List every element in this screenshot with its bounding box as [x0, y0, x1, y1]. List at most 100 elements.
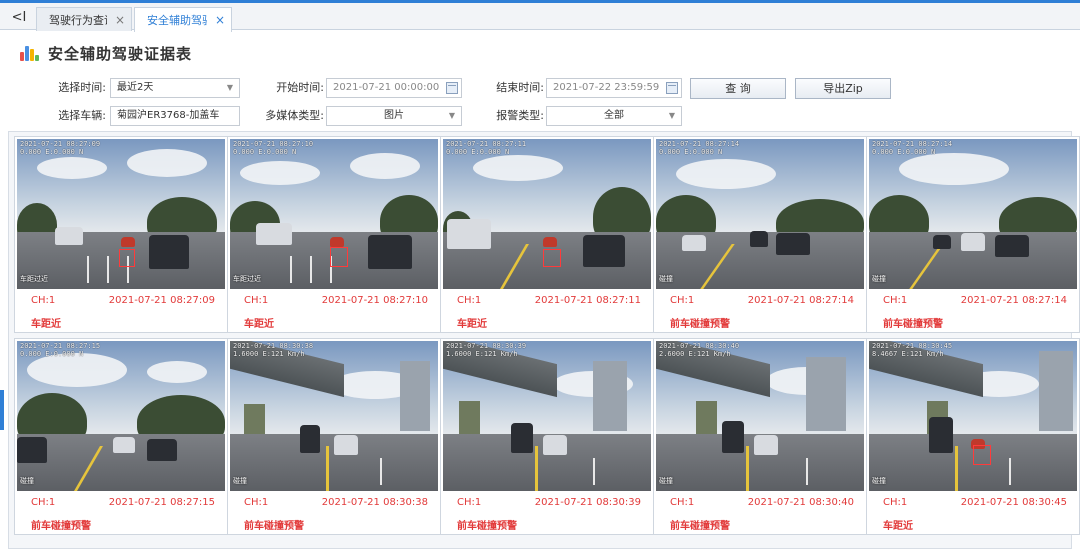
- photo-caption: 碰撞: [872, 275, 886, 283]
- overlay-text: 2021-07-21 08:27:15 0.000 E:0.000 N: [20, 342, 101, 358]
- evidence-photo[interactable]: 2021-07-21 08:30:39 1.6000 E:121 Km/h: [443, 341, 651, 491]
- overlay-text: 2021-07-21 08:27:14 0.000 E:0.000 N: [872, 140, 953, 156]
- channel-label: CH:1: [31, 295, 56, 306]
- timestamp: 2021-07-21 08:27:11: [534, 295, 641, 306]
- end-time-label: 结束时间:: [496, 81, 544, 94]
- page-header: 安全辅助驾驶证据表: [20, 42, 192, 64]
- evidence-photo[interactable]: 2021-07-21 08:30:45 8.4667 E:121 Km/h 碰撞: [869, 341, 1077, 491]
- alarm-type-select[interactable]: 全部 ▼: [546, 106, 682, 126]
- evidence-card[interactable]: 2021-07-21 08:27:10 0.000 E:0.000 N 车距过近…: [227, 136, 441, 333]
- vehicle-label: 选择车辆:: [58, 109, 106, 122]
- collapse-left-icon[interactable]: <I: [8, 7, 30, 27]
- channel-label: CH:1: [457, 497, 482, 508]
- close-icon[interactable]: ×: [215, 13, 225, 27]
- vehicle-input[interactable]: 菊园沪ER3768-加盖车: [110, 106, 240, 126]
- evidence-card[interactable]: 2021-07-21 08:27:11 0.000 E:0.000 N CH:1…: [440, 136, 654, 333]
- alarm-type: 前车碰撞预警: [670, 319, 730, 330]
- evidence-photo[interactable]: 2021-07-21 08:30:40 2.6000 E:121 Km/h 碰撞: [656, 341, 864, 491]
- channel-label: CH:1: [31, 497, 56, 508]
- evidence-card[interactable]: 2021-07-21 08:30:39 1.6000 E:121 Km/h CH…: [440, 338, 654, 535]
- evidence-card[interactable]: 2021-07-21 08:30:40 2.6000 E:121 Km/h 碰撞…: [653, 338, 867, 535]
- bar-chart-icon: [20, 45, 39, 61]
- side-handle[interactable]: [0, 390, 4, 430]
- channel-label: CH:1: [883, 497, 908, 508]
- time-range-label: 选择时间:: [58, 81, 106, 94]
- time-range-select[interactable]: 最近2天 ▼: [110, 78, 240, 98]
- alarm-type-value: 全部: [604, 110, 624, 121]
- alarm-type: 前车碰撞预警: [31, 521, 91, 532]
- timestamp: 2021-07-21 08:27:14: [747, 295, 854, 306]
- alarm-type: 前车碰撞预警: [244, 521, 304, 532]
- export-zip-button[interactable]: 导出Zip: [795, 78, 891, 99]
- chevron-down-icon: ▼: [668, 111, 675, 120]
- timestamp: 2021-07-21 08:30:45: [960, 497, 1067, 508]
- evidence-card[interactable]: 2021-07-21 08:27:14 0.000 E:0.000 N 碰撞 C…: [866, 136, 1080, 333]
- calendar-icon[interactable]: [666, 82, 678, 94]
- channel-label: CH:1: [670, 295, 695, 306]
- photo-caption: 碰撞: [659, 275, 673, 283]
- timestamp: 2021-07-21 08:27:10: [321, 295, 428, 306]
- photo-caption: 碰撞: [659, 477, 673, 485]
- channel-label: CH:1: [244, 497, 269, 508]
- channel-label: CH:1: [670, 497, 695, 508]
- alarm-type: 车距近: [457, 319, 487, 330]
- overlay-text: 2021-07-21 08:27:10 0.000 E:0.000 N: [233, 140, 314, 156]
- tab-safety-evidence[interactable]: 安全辅助驾驶... ×: [134, 7, 232, 32]
- channel-label: CH:1: [883, 295, 908, 306]
- tab-bar: <I 驾驶行为查询 × 安全辅助驾驶... ×: [0, 3, 1080, 32]
- tab-label: 安全辅助驾驶...: [147, 14, 207, 27]
- overlay-text: 2021-07-21 08:30:45 8.4667 E:121 Km/h: [872, 342, 953, 358]
- timestamp: 2021-07-21 08:27:09: [108, 295, 215, 306]
- photo-caption: 碰撞: [233, 477, 247, 485]
- alarm-type: 车距近: [31, 319, 61, 330]
- evidence-card[interactable]: 2021-07-21 08:30:38 1.6000 E:121 Km/h 碰撞…: [227, 338, 441, 535]
- channel-label: CH:1: [244, 295, 269, 306]
- time-range-value: 最近2天: [117, 82, 154, 93]
- calendar-icon[interactable]: [446, 82, 458, 94]
- chevron-down-icon: ▼: [226, 83, 233, 92]
- timestamp: 2021-07-21 08:27:14: [960, 295, 1067, 306]
- evidence-photo[interactable]: 2021-07-21 08:27:14 0.000 E:0.000 N 碰撞: [656, 139, 864, 289]
- alarm-type-label: 报警类型:: [496, 109, 544, 122]
- evidence-photo[interactable]: 2021-07-21 08:27:10 0.000 E:0.000 N 车距过近: [230, 139, 438, 289]
- evidence-card[interactable]: 2021-07-21 08:27:15 0.000 E:0.000 N 碰撞 C…: [14, 338, 228, 535]
- evidence-photo[interactable]: 2021-07-21 08:27:15 0.000 E:0.000 N 碰撞: [17, 341, 225, 491]
- evidence-photo[interactable]: 2021-07-21 08:27:09 0.000 E:0.000 N 车距过近: [17, 139, 225, 289]
- photo-caption: 碰撞: [20, 477, 34, 485]
- photo-caption: 车距过近: [233, 275, 261, 283]
- chevron-down-icon: ▼: [448, 111, 455, 120]
- alarm-type: 车距近: [244, 319, 274, 330]
- start-time-label: 开始时间:: [276, 81, 324, 94]
- photo-caption: 碰撞: [872, 477, 886, 485]
- alarm-type: 前车碰撞预警: [670, 521, 730, 532]
- overlay-text: 2021-07-21 08:27:14 0.000 E:0.000 N: [659, 140, 740, 156]
- timestamp: 2021-07-21 08:30:39: [534, 497, 641, 508]
- evidence-photo[interactable]: 2021-07-21 08:30:38 1.6000 E:121 Km/h 碰撞: [230, 341, 438, 491]
- evidence-card[interactable]: 2021-07-21 08:27:09 0.000 E:0.000 N 车距过近…: [14, 136, 228, 333]
- tab-driving-behavior-query[interactable]: 驾驶行为查询 ×: [36, 7, 132, 31]
- end-time-input[interactable]: 2021-07-22 23:59:59: [546, 78, 682, 98]
- close-icon[interactable]: ×: [115, 13, 125, 27]
- query-button[interactable]: 查 询: [690, 78, 786, 99]
- overlay-text: 2021-07-21 08:30:38 1.6000 E:121 Km/h: [233, 342, 314, 358]
- alarm-type: 车距近: [883, 521, 913, 532]
- overlay-text: 2021-07-21 08:27:11 0.000 E:0.000 N: [446, 140, 527, 156]
- start-time-input[interactable]: 2021-07-21 00:00:00: [326, 78, 462, 98]
- evidence-grid: 2021-07-21 08:27:09 0.000 E:0.000 N 车距过近…: [8, 131, 1080, 549]
- overlay-text: 2021-07-21 08:30:39 1.6000 E:121 Km/h: [446, 342, 527, 358]
- channel-label: CH:1: [457, 295, 482, 306]
- evidence-card[interactable]: 2021-07-21 08:30:45 8.4667 E:121 Km/h 碰撞…: [866, 338, 1080, 535]
- overlay-text: 2021-07-21 08:30:40 2.6000 E:121 Km/h: [659, 342, 740, 358]
- media-type-value: 图片: [384, 110, 404, 121]
- start-time-value: 2021-07-21 00:00:00: [333, 82, 440, 93]
- evidence-photo[interactable]: 2021-07-21 08:27:14 0.000 E:0.000 N 碰撞: [869, 139, 1077, 289]
- timestamp: 2021-07-21 08:30:38: [321, 497, 428, 508]
- tab-label: 驾驶行为查询: [49, 13, 107, 27]
- evidence-photo[interactable]: 2021-07-21 08:27:11 0.000 E:0.000 N: [443, 139, 651, 289]
- media-type-select[interactable]: 图片 ▼: [326, 106, 462, 126]
- evidence-card[interactable]: 2021-07-21 08:27:14 0.000 E:0.000 N 碰撞 C…: [653, 136, 867, 333]
- photo-caption: 车距过近: [20, 275, 48, 283]
- media-type-label: 多媒体类型:: [265, 109, 324, 122]
- alarm-type: 前车碰撞预警: [883, 319, 943, 330]
- timestamp: 2021-07-21 08:27:15: [108, 497, 215, 508]
